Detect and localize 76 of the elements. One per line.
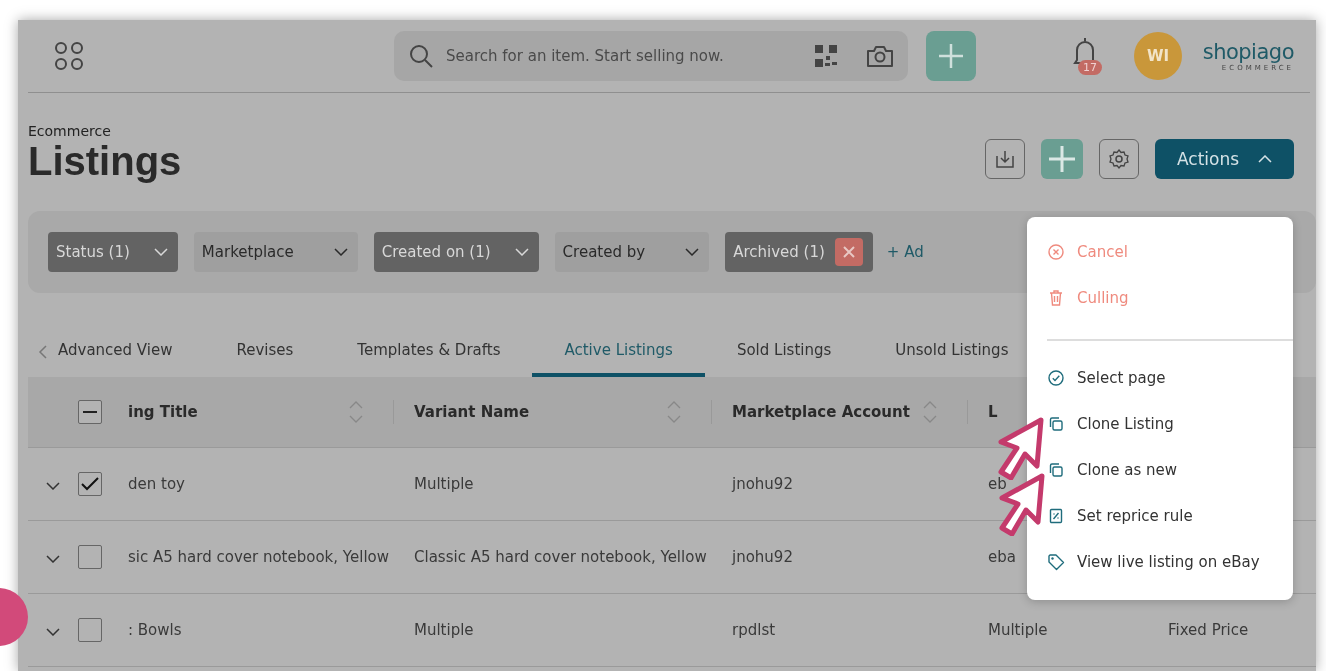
column-header[interactable]: L: [988, 403, 998, 421]
chevron-down-icon: [514, 248, 529, 256]
menu-item[interactable]: View live listing on eBay: [1047, 539, 1260, 585]
tab[interactable]: Unsold Listings: [863, 327, 1041, 377]
chevron-down-icon: [333, 248, 348, 256]
camera-icon[interactable]: [866, 44, 894, 68]
filter-dropdown[interactable]: Status (1): [48, 232, 178, 272]
menu-item[interactable]: Clone Listing: [1047, 401, 1174, 447]
column-header[interactable]: Variant Name: [414, 403, 530, 421]
plus-icon: [1048, 145, 1076, 173]
tab[interactable]: Revises: [204, 327, 326, 377]
row-checkbox[interactable]: [78, 472, 102, 496]
menu-item[interactable]: Set reprice rule: [1047, 493, 1193, 539]
copy-icon: [1047, 415, 1065, 433]
table-cell: Fixed Price: [1168, 621, 1249, 639]
row-checkbox[interactable]: [78, 618, 102, 642]
menu-item[interactable]: Select page: [1047, 355, 1166, 401]
add-button[interactable]: [926, 31, 976, 81]
logo-text: shopiago: [1202, 40, 1294, 64]
select-all-checkbox[interactable]: [78, 400, 102, 424]
search-field[interactable]: Search for an item. Start selling now.: [444, 46, 804, 66]
settings-icon: [1108, 148, 1130, 170]
notification-badge: 17: [1078, 60, 1102, 75]
tab[interactable]: Advanced View: [48, 327, 205, 377]
table-cell: Multiple: [988, 621, 1048, 639]
expand-chevron-icon: [46, 481, 60, 490]
breadcrumb[interactable]: Ecommerce: [28, 123, 182, 139]
search-bar[interactable]: Search for an item. Start selling now.: [394, 31, 908, 81]
download-icon: [994, 148, 1016, 170]
table-cell: jnohu92: [732, 475, 793, 493]
table-cell: sic A5 hard cover notebook, Yellow: [128, 548, 389, 566]
filter-dropdown[interactable]: Marketplace: [193, 232, 358, 272]
apps-grid-icon[interactable]: [54, 41, 84, 71]
settings-button[interactable]: [1099, 139, 1139, 179]
table-cell: Multiple: [414, 621, 474, 639]
add-listing-button[interactable]: [1041, 139, 1083, 179]
column-header[interactable]: Marketplace Account: [732, 403, 910, 421]
column-header[interactable]: ing Title: [128, 403, 198, 421]
actions-button[interactable]: Actions: [1155, 139, 1294, 179]
check-icon: [81, 477, 99, 491]
reprice-icon: [1047, 507, 1065, 525]
menu-item[interactable]: Clone as new: [1047, 447, 1178, 493]
chevron-down-icon: [685, 248, 700, 256]
tab[interactable]: Sold Listings: [704, 327, 864, 377]
remove-filter-button[interactable]: [834, 238, 863, 266]
copy-icon: [1047, 461, 1065, 479]
chevron-up-icon: [1258, 155, 1272, 163]
table-cell: rpdlst: [732, 621, 776, 639]
chevron-left-icon[interactable]: [38, 344, 48, 360]
filter-dropdown[interactable]: Archived (1): [725, 232, 873, 272]
close-circle-icon: [1047, 243, 1065, 261]
table-cell: eb: [988, 475, 1007, 493]
tab[interactable]: Templates & Drafts: [325, 327, 533, 377]
table-cell: eba: [988, 548, 1016, 566]
page-title: Listings: [28, 139, 182, 183]
search-icon: [408, 43, 434, 69]
close-icon: [841, 245, 856, 259]
table-cell: : Bowls: [128, 621, 182, 639]
download-button[interactable]: [985, 139, 1025, 179]
table-cell: Multiple: [414, 475, 474, 493]
qr-code-icon[interactable]: [814, 44, 838, 68]
add-filter-link[interactable]: + Ad: [886, 243, 924, 261]
expand-chevron-icon: [46, 627, 60, 636]
table-cell: jnohu92: [732, 548, 793, 566]
check-circle-icon: [1047, 369, 1065, 387]
chevron-down-icon: [153, 248, 168, 256]
table-cell: den toy: [128, 475, 185, 493]
filter-dropdown[interactable]: Created by: [554, 232, 710, 272]
plus-icon: [938, 43, 964, 69]
row-checkbox[interactable]: [78, 545, 102, 569]
minus-icon: [83, 411, 97, 413]
table-cell: Classic A5 hard cover notebook, Yellow: [414, 548, 707, 566]
trash-icon: [1047, 289, 1065, 307]
filter-dropdown[interactable]: Created on (1): [373, 232, 539, 272]
expand-chevron-icon: [46, 554, 60, 563]
tag-icon: [1047, 553, 1065, 571]
